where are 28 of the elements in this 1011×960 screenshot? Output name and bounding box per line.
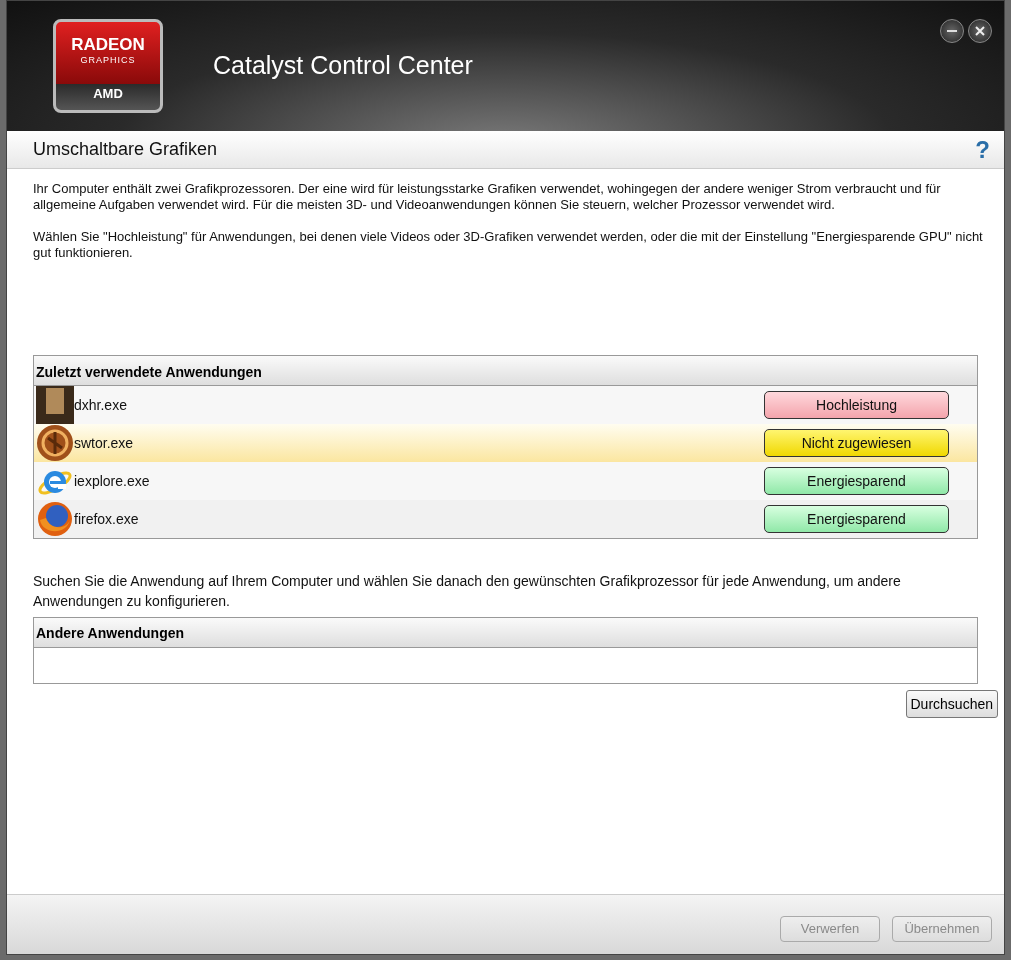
fox-globe-icon (36, 500, 74, 538)
help-button[interactable]: ? (975, 131, 990, 168)
game-icon (36, 386, 74, 424)
app-row[interactable]: swtor.exe Nicht zugewiesen (34, 424, 977, 462)
logo-text: GRAPHICS (80, 54, 136, 67)
close-icon (975, 26, 985, 36)
gpu-mode-button[interactable]: Energiesparend (764, 467, 949, 495)
minimize-button[interactable] (940, 19, 964, 43)
gpu-mode-button[interactable]: Energiesparend (764, 505, 949, 533)
minimize-icon (947, 29, 957, 33)
page-title: Umschaltbare Grafiken (33, 138, 218, 161)
description-text: Wählen Sie "Hochleistung" für Anwendungen, bei denen viele Videos oder 3D-Grafiken verwendet werden, oder die mit der Einstellung "Energiesparende GPU" nicht gut funktionieren. (33, 229, 984, 261)
browse-button[interactable]: Durchsuchen (905, 690, 998, 718)
panel-title: Zuletzt verwendete Anwendungen (34, 356, 977, 386)
gpu-mode-button[interactable]: Nicht zugewiesen (764, 429, 949, 457)
app-name: swtor.exe (74, 433, 135, 453)
logo-text: RADEON (71, 36, 145, 54)
logo-text: AMD (93, 84, 123, 103)
instruction-text: Suchen Sie die Anwendung auf Ihrem Computer und wählen Sie danach den gewünschten Grafikprozessor für jede Anwendung, um andere Anwendungen zu konfigurieren. (33, 572, 902, 611)
app-name: dxhr.exe (74, 395, 128, 415)
close-button[interactable] (968, 19, 992, 43)
window-title: Catalyst Control Center (213, 50, 473, 82)
gpu-mode-button[interactable]: Hochleistung (764, 391, 949, 419)
description-text: Ihr Computer enthält zwei Grafikprozessoren. Der eine wird für leistungsstarke Grafiken verwendet, wohingegen der andere weniger Strom verbraucht und für allgemeine Aufgaben verwendet wird. Für die meisten 3D- und Videoanwendungen können Sie steuern, welcher Prozessor verwendet wird. (33, 181, 942, 213)
app-name: iexplore.exe (74, 471, 151, 491)
emblem-icon (36, 424, 74, 462)
panel-title: Andere Anwendungen (34, 618, 977, 648)
app-name: firefox.exe (74, 509, 140, 529)
